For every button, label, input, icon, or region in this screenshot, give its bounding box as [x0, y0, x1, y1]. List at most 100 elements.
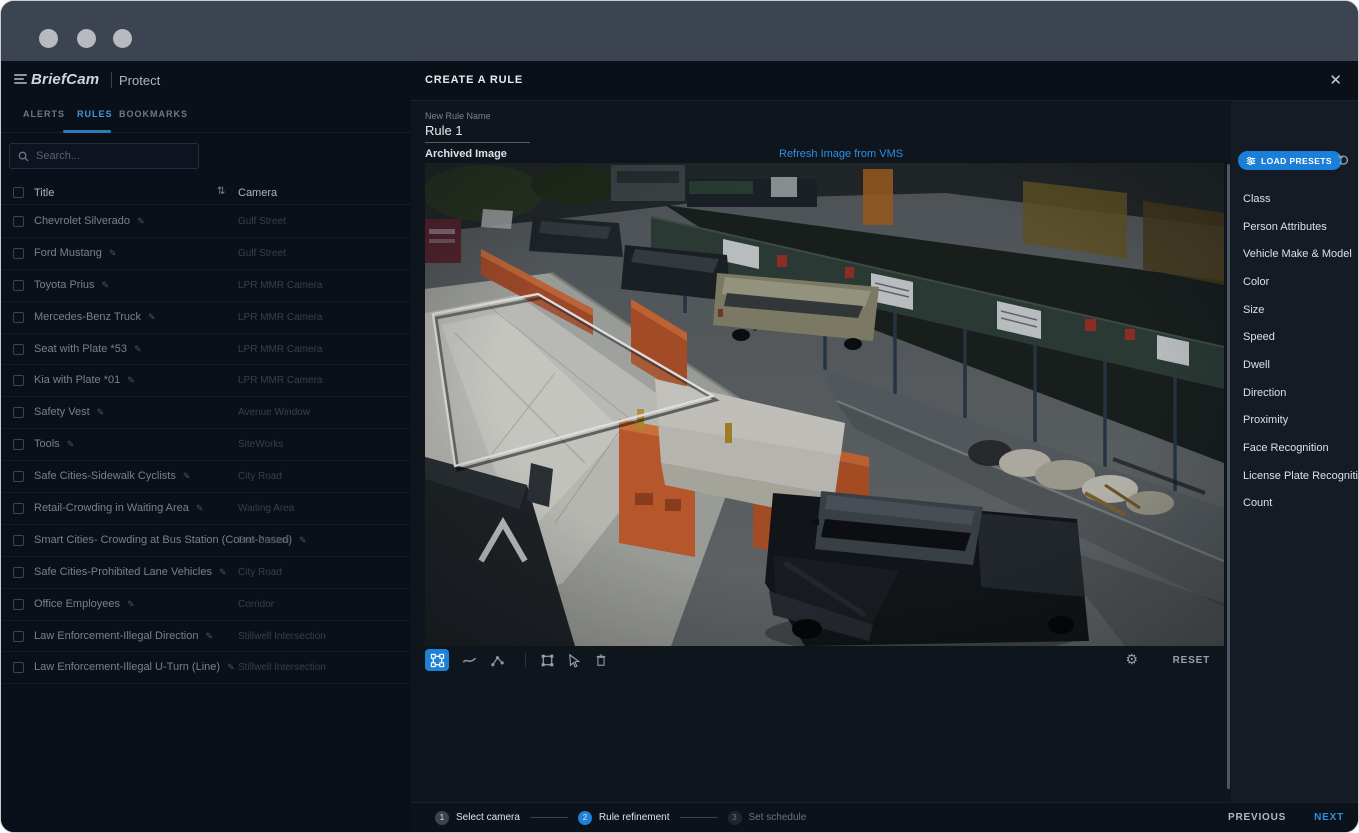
row-checkbox[interactable]	[13, 662, 24, 673]
tab-alerts[interactable]: ALERTS	[23, 109, 65, 119]
edit-icon[interactable]: ✎	[196, 503, 204, 513]
undo-icon[interactable]	[1337, 153, 1350, 171]
row-checkbox[interactable]	[13, 248, 24, 259]
filter-item-count[interactable]: Count	[1231, 490, 1358, 518]
curve-line-tool-button[interactable]	[457, 649, 481, 671]
create-rule-modal: CREATE A RULE ✕ New Rule Name Archived I…	[411, 61, 1358, 832]
row-checkbox[interactable]	[13, 216, 24, 227]
row-checkbox[interactable]	[13, 471, 24, 482]
filter-item-size[interactable]: Size	[1231, 296, 1358, 324]
active-tab-underline	[63, 130, 111, 133]
sidebar-tabs: ALERTS RULES BOOKMARKS	[1, 101, 411, 133]
rule-camera: LPR MMR Camera	[238, 312, 322, 323]
window-control-icon[interactable]	[39, 29, 58, 48]
table-row[interactable]: Ford Mustang✎Gulf Street	[1, 238, 411, 270]
table-row[interactable]: Law Enforcement-Illegal Direction✎Stillw…	[1, 621, 411, 653]
tab-rules[interactable]: RULES	[77, 109, 113, 119]
edit-icon[interactable]: ✎	[227, 662, 235, 672]
rule-title: Safety Vest	[34, 406, 90, 418]
row-checkbox[interactable]	[13, 631, 24, 642]
edit-icon[interactable]: ✎	[127, 375, 135, 385]
row-checkbox[interactable]	[13, 280, 24, 291]
table-row[interactable]: Office Employees✎Corridor	[1, 589, 411, 621]
search-icon	[18, 151, 29, 162]
filter-item-class[interactable]: Class	[1231, 185, 1358, 213]
row-checkbox[interactable]	[13, 344, 24, 355]
cursor-select-icon	[567, 653, 582, 668]
filter-item-vehicle-make-model[interactable]: Vehicle Make & Model	[1231, 240, 1358, 268]
row-checkbox[interactable]	[13, 312, 24, 323]
edit-icon[interactable]: ✎	[148, 312, 156, 322]
filter-item-speed[interactable]: Speed	[1231, 323, 1358, 351]
step-select-camera[interactable]: 1 Select camera	[435, 811, 520, 825]
filters-scrollbar[interactable]	[1227, 164, 1230, 789]
step-rule-refinement[interactable]: 2 Rule refinement	[578, 811, 670, 825]
edit-icon[interactable]: ✎	[299, 535, 307, 545]
filter-item-direction[interactable]: Direction	[1231, 379, 1358, 407]
row-checkbox[interactable]	[13, 375, 24, 386]
table-row[interactable]: Seat with Plate *53✎LPR MMR Camera	[1, 334, 411, 366]
brand-row: BriefCam Protect	[1, 61, 411, 99]
close-icon[interactable]: ✕	[1329, 71, 1342, 89]
edit-icon[interactable]: ✎	[219, 567, 227, 577]
table-row[interactable]: Safety Vest✎Avenue Window	[1, 397, 411, 429]
tab-bookmarks[interactable]: BOOKMARKS	[119, 109, 188, 119]
table-row[interactable]: Smart Cities- Crowding at Bus Station (C…	[1, 525, 411, 557]
step-number: 3	[728, 811, 742, 825]
edit-icon[interactable]: ✎	[109, 248, 117, 258]
presets-icon	[1246, 156, 1256, 166]
table-row[interactable]: Toyota Prius✎LPR MMR Camera	[1, 270, 411, 302]
row-checkbox[interactable]	[13, 407, 24, 418]
table-row[interactable]: Chevrolet Silverado✎Gulf Street	[1, 206, 411, 238]
polyline-tool-button[interactable]	[485, 649, 509, 671]
camera-image-canvas[interactable]	[425, 163, 1224, 646]
edit-icon[interactable]: ✎	[183, 471, 191, 481]
table-row[interactable]: Retail-Crowding in Waiting Area✎Waiting …	[1, 493, 411, 525]
cursor-select-tool-button[interactable]	[562, 649, 586, 671]
edit-icon[interactable]: ✎	[97, 407, 105, 417]
edit-icon[interactable]: ✎	[205, 631, 213, 641]
row-checkbox[interactable]	[13, 599, 24, 610]
rule-name-input[interactable]	[425, 121, 530, 143]
filter-item-person-attributes[interactable]: Person Attributes	[1231, 213, 1358, 241]
table-row[interactable]: Safe Cities-Sidewalk Cyclists✎City Road	[1, 461, 411, 493]
row-checkbox[interactable]	[13, 567, 24, 578]
filter-item-face-recognition[interactable]: Face Recognition	[1231, 434, 1358, 462]
edit-icon[interactable]: ✎	[137, 216, 145, 226]
filter-item-license-plate-recognition[interactable]: License Plate Recognition	[1231, 462, 1358, 490]
table-row[interactable]: Safe Cities-Prohibited Lane Vehicles✎Cit…	[1, 557, 411, 589]
rect-select-tool-button[interactable]	[535, 649, 559, 671]
row-checkbox[interactable]	[13, 503, 24, 514]
previous-button[interactable]: PREVIOUS	[1228, 812, 1286, 823]
next-button[interactable]: NEXT	[1314, 812, 1344, 823]
filter-item-color[interactable]: Color	[1231, 268, 1358, 296]
refresh-image-link[interactable]: Refresh Image from VMS	[779, 148, 903, 160]
search-box[interactable]	[9, 143, 199, 169]
rule-camera: Corridor	[238, 599, 274, 610]
filter-item-dwell[interactable]: Dwell	[1231, 351, 1358, 379]
filter-item-proximity[interactable]: Proximity	[1231, 407, 1358, 435]
sort-icon[interactable]: ⇅	[217, 186, 225, 197]
edit-icon[interactable]: ✎	[102, 280, 110, 290]
step-label: Select camera	[456, 812, 520, 823]
reset-button[interactable]: RESET	[1173, 655, 1210, 666]
gear-icon[interactable]: ⚙	[1125, 652, 1138, 666]
search-input[interactable]	[36, 150, 176, 162]
table-row[interactable]: Law Enforcement-Illegal U-Turn (Line)✎St…	[1, 652, 411, 684]
row-checkbox[interactable]	[13, 535, 24, 546]
row-checkbox[interactable]	[13, 439, 24, 450]
table-row[interactable]: Mercedes-Benz Truck✎LPR MMR Camera	[1, 302, 411, 334]
select-all-checkbox[interactable]	[13, 187, 24, 198]
table-row[interactable]: Tools✎SiteWorks	[1, 429, 411, 461]
load-presets-button[interactable]: LOAD PRESETS	[1238, 151, 1342, 170]
edit-icon[interactable]: ✎	[127, 599, 135, 609]
window-control-icon[interactable]	[77, 29, 96, 48]
rule-camera: Stillwell Intersection	[238, 631, 326, 642]
edit-icon[interactable]: ✎	[134, 344, 142, 354]
delete-shape-tool-button[interactable]	[589, 649, 613, 671]
step-set-schedule[interactable]: 3 Set schedule	[728, 811, 807, 825]
zone-draw-tool-button[interactable]	[425, 649, 449, 671]
table-row[interactable]: Kia with Plate *01✎LPR MMR Camera	[1, 365, 411, 397]
window-control-icon[interactable]	[113, 29, 132, 48]
edit-icon[interactable]: ✎	[67, 439, 75, 449]
